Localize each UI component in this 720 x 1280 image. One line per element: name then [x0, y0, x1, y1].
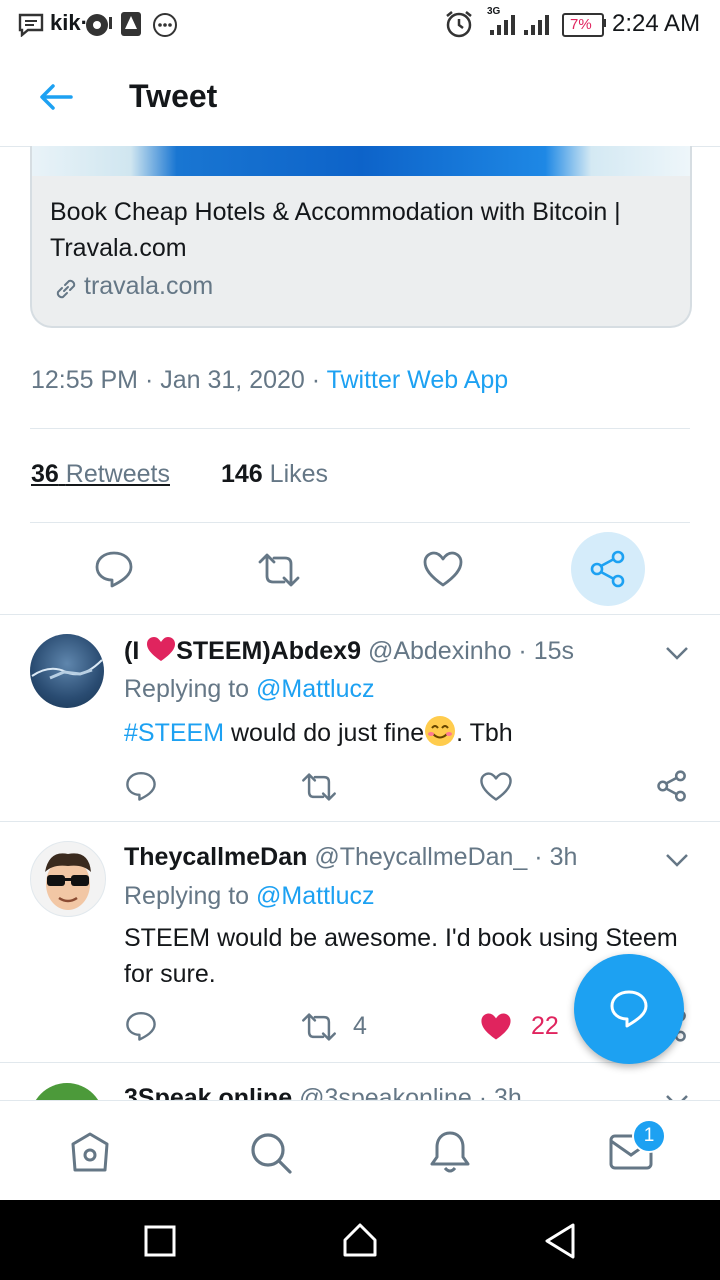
reply-icon[interactable]	[94, 549, 134, 589]
meta-dot: ·	[144, 366, 154, 394]
link-card[interactable]: Book Cheap Hotels & Accommodation with B…	[30, 146, 692, 328]
replying-to: Replying to @Mattlucz	[124, 882, 375, 911]
tweet-date: Jan 31, 2020	[160, 366, 305, 394]
reply-time: 3h	[549, 843, 578, 871]
reply-tweet[interactable]: (I STEEM)Abdex9 @Abdexinho · 15s Replyin…	[0, 615, 720, 821]
chevron-down-icon[interactable]	[664, 852, 690, 868]
reply-bubble-icon	[610, 990, 648, 1028]
reply-header: 3Speak.online @3speakonline · 3h	[124, 1084, 522, 1100]
status-bar: kik· 3G 7% 2:24 AM	[0, 0, 720, 48]
likes-count: 146	[221, 460, 263, 488]
search-icon[interactable]	[248, 1130, 294, 1176]
meta-dot: ·	[478, 1084, 488, 1100]
reply-header: (I STEEM)Abdex9 @Abdexinho · 15s	[124, 636, 574, 666]
share-icon	[590, 550, 625, 588]
meta-dot: ·	[534, 843, 543, 871]
music-icon	[86, 14, 112, 36]
share-icon[interactable]	[656, 770, 688, 802]
link-card-title: Book Cheap Hotels & Accommodation with B…	[50, 198, 621, 262]
signal-icon	[490, 15, 549, 35]
battery-tip	[603, 19, 606, 27]
reply-text-body: would do just fine	[224, 719, 425, 747]
like-icon[interactable]	[479, 771, 513, 802]
avatar[interactable]	[30, 1083, 104, 1100]
hashtag-link[interactable]: #STEEM	[124, 719, 224, 747]
battery-level: 7%	[570, 16, 592, 33]
messages-badge: 1	[632, 1119, 666, 1153]
battery-icon: 7%	[562, 13, 604, 37]
reply-text-end: . Tbh	[456, 719, 513, 747]
back-arrow-icon[interactable]	[38, 82, 74, 112]
author-name-prefix: (I	[124, 637, 147, 665]
author-handle: @TheycallmeDan_	[314, 843, 528, 871]
app-header: Tweet	[0, 48, 720, 147]
reply-header: TheycallmeDan @TheycallmeDan_ · 3h	[124, 843, 577, 872]
likes-stat[interactable]: 146 Likes	[221, 460, 328, 489]
link-card-image	[32, 146, 690, 176]
divider	[30, 428, 690, 429]
meta-dot: ·	[311, 366, 321, 394]
reply-text: #STEEM would do just fine . Tbh	[124, 715, 513, 748]
like-icon[interactable]	[422, 550, 464, 588]
retweets-stat[interactable]: 36 Retweets	[31, 460, 170, 489]
like-count: 22	[531, 1012, 559, 1040]
more-icon	[153, 13, 177, 37]
retweet-icon[interactable]	[300, 1012, 338, 1042]
avatar[interactable]	[30, 841, 106, 917]
kik-label: kik·	[50, 10, 88, 35]
link-card-domain: travala.com	[84, 272, 214, 300]
reply-time: 3h	[494, 1084, 522, 1100]
link-icon	[56, 279, 76, 299]
author-handle: @Abdexinho	[367, 637, 512, 665]
back-triangle-icon[interactable]	[542, 1222, 578, 1260]
reply-tweet[interactable]: 3Speak.online @3speakonline · 3h	[0, 1063, 720, 1100]
liked-heart-icon[interactable]	[479, 1011, 513, 1042]
mention-link[interactable]: @Mattlucz	[256, 675, 374, 703]
avatar-image	[31, 659, 103, 680]
system-nav-bar	[0, 1200, 720, 1280]
replying-label: Replying to	[124, 675, 250, 703]
home-icon[interactable]	[68, 1130, 112, 1174]
home-nav-icon[interactable]	[341, 1222, 379, 1258]
retweets-label: Retweets	[65, 460, 170, 488]
tweet-time: 12:55 PM	[31, 366, 139, 394]
bottom-nav	[0, 1100, 720, 1201]
heart-emoji-icon	[147, 637, 176, 661]
tweet-meta: 12:55 PM · Jan 31, 2020 · Twitter Web Ap…	[31, 366, 508, 395]
alarm-icon	[446, 11, 472, 38]
chevron-down-icon[interactable]	[664, 1093, 690, 1100]
compose-reply-button[interactable]	[574, 954, 684, 1064]
smile-emoji-icon	[425, 716, 456, 746]
mention-link[interactable]: @Mattlucz	[256, 882, 374, 910]
retweet-icon[interactable]	[300, 772, 338, 802]
author-handle: @3speakonline	[299, 1084, 472, 1100]
likes-label: Likes	[269, 460, 329, 488]
share-button[interactable]	[571, 532, 645, 606]
author-name: 3Speak.online	[124, 1084, 293, 1100]
retweets-count: 36	[31, 460, 59, 488]
message-icon	[18, 13, 44, 37]
chevron-down-icon[interactable]	[664, 645, 690, 661]
author-name: STEEM)Abdex9	[176, 637, 361, 665]
clock: 2:24 AM	[612, 10, 701, 37]
replying-to: Replying to @Mattlucz	[124, 675, 375, 704]
alert-icon	[121, 12, 141, 36]
divider	[30, 522, 690, 523]
recents-square-icon[interactable]	[143, 1224, 177, 1258]
page-title: Tweet	[129, 78, 218, 114]
reply-icon[interactable]	[125, 1010, 157, 1042]
retweet-icon[interactable]	[256, 552, 302, 588]
retweet-count: 4	[353, 1012, 367, 1040]
avatar-image	[45, 853, 91, 910]
replying-label: Replying to	[124, 882, 250, 910]
reply-time: 15s	[533, 637, 575, 665]
notifications-bell-icon[interactable]	[428, 1129, 472, 1175]
avatar[interactable]	[30, 634, 104, 708]
author-name: TheycallmeDan	[124, 843, 308, 871]
reply-icon[interactable]	[125, 770, 157, 802]
tweet-source[interactable]: Twitter Web App	[327, 366, 509, 394]
meta-dot: ·	[518, 637, 527, 665]
